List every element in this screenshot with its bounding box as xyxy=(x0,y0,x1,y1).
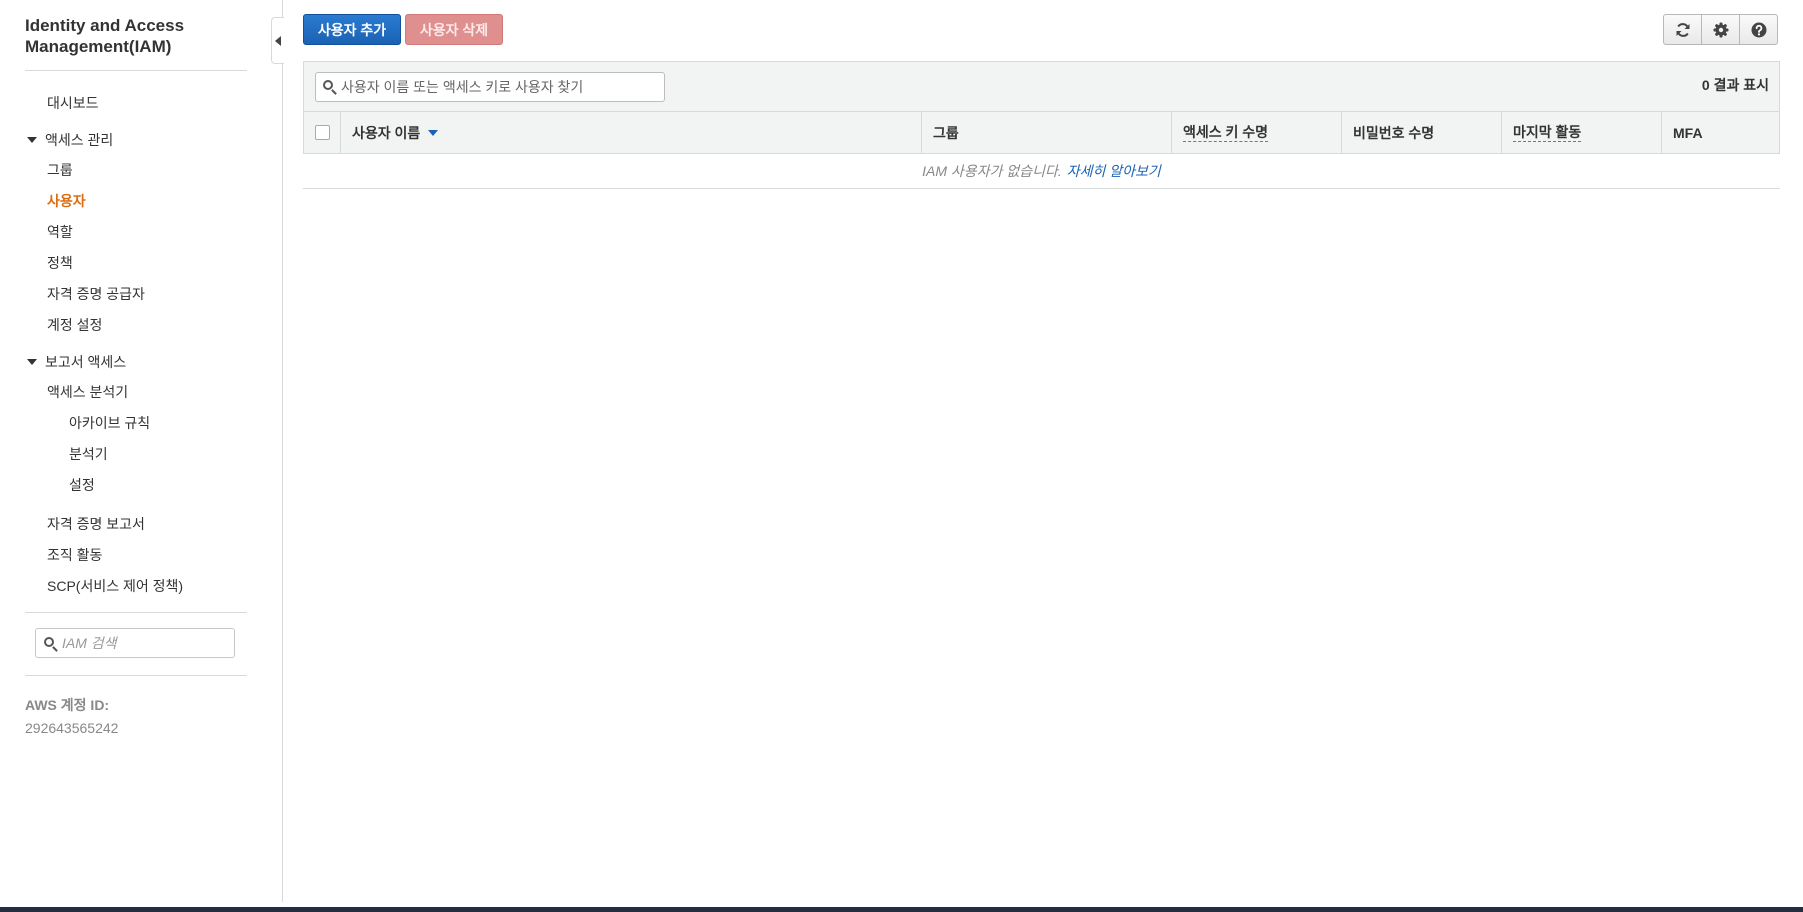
divider xyxy=(25,675,247,676)
sidebar: Identity and Access Management(IAM) 대시보드… xyxy=(0,0,283,902)
user-search-input[interactable] xyxy=(341,78,656,96)
column-header-groups[interactable]: 그룹 xyxy=(921,112,1171,153)
column-header-access-key-age[interactable]: 액세스 키 수명 xyxy=(1171,112,1341,153)
table-header: 사용자 이름 그룹 액세스 키 수명 비밀번호 수명 마지막 활동 MFA xyxy=(303,112,1780,154)
result-count: 0 결과 표시 xyxy=(1701,77,1769,93)
empty-table-message: IAM 사용자가 없습니다. 자세히 알아보기 xyxy=(303,154,1780,189)
column-header-last-activity[interactable]: 마지막 활동 xyxy=(1501,112,1661,153)
iam-search-input[interactable] xyxy=(62,633,227,653)
nav-item-analyzers[interactable]: 분석기 xyxy=(69,444,108,464)
sidebar-collapse-button[interactable] xyxy=(271,17,284,64)
refresh-button[interactable] xyxy=(1663,14,1702,45)
nav-item-organization-activity[interactable]: 조직 활동 xyxy=(47,545,102,565)
help-button[interactable] xyxy=(1739,14,1778,45)
nav-item-groups[interactable]: 그룹 xyxy=(47,160,73,180)
caret-down-icon xyxy=(27,359,37,366)
nav-item-scp[interactable]: SCP(서비스 제어 정책) xyxy=(47,576,183,596)
nav-item-roles[interactable]: 역할 xyxy=(47,222,73,242)
users-table: 0 결과 표시 사용자 이름 그룹 액세스 키 수명 비밀번호 수명 마지막 활… xyxy=(303,61,1780,189)
search-icon xyxy=(323,80,333,90)
help-icon xyxy=(1751,22,1766,37)
select-all-cell xyxy=(304,112,340,153)
footer-bar xyxy=(0,907,1803,912)
user-search-box[interactable] xyxy=(315,72,665,102)
divider xyxy=(25,70,247,71)
account-id-label: AWS 계정 ID: xyxy=(25,697,110,713)
learn-more-link[interactable]: 자세히 알아보기 xyxy=(1067,161,1161,181)
divider xyxy=(25,612,247,613)
nav-item-identity-providers[interactable]: 자격 증명 공급자 xyxy=(47,284,145,304)
delete-user-button[interactable]: 사용자 삭제 xyxy=(405,14,503,45)
chevron-left-icon xyxy=(275,36,281,46)
settings-button[interactable] xyxy=(1701,14,1740,45)
gear-icon xyxy=(1713,22,1728,37)
account-id-value: 292643565242 xyxy=(25,720,119,736)
nav-item-policies[interactable]: 정책 xyxy=(47,253,73,273)
column-header-password-age[interactable]: 비밀번호 수명 xyxy=(1341,112,1501,153)
nav-group-access-management[interactable]: 액세스 관리 xyxy=(27,130,113,150)
empty-message-text: IAM 사용자가 없습니다. xyxy=(922,163,1062,179)
nav-item-users[interactable]: 사용자 xyxy=(47,191,86,211)
sort-descending-icon xyxy=(428,129,439,136)
add-user-button[interactable]: 사용자 추가 xyxy=(303,14,401,45)
column-header-mfa[interactable]: MFA xyxy=(1661,112,1779,153)
refresh-icon xyxy=(1676,22,1689,37)
nav-dashboard[interactable]: 대시보드 xyxy=(47,93,99,113)
caret-down-icon xyxy=(27,137,37,144)
nav-group-access-reports[interactable]: 보고서 액세스 xyxy=(27,352,126,372)
table-filter-bar: 0 결과 표시 xyxy=(303,61,1780,112)
nav-item-analyzer-settings[interactable]: 설정 xyxy=(69,475,95,495)
nav-item-account-settings[interactable]: 계정 설정 xyxy=(47,315,102,335)
nav-item-access-analyzer[interactable]: 액세스 분석기 xyxy=(47,382,128,402)
nav-item-archive-rules[interactable]: 아카이브 규칙 xyxy=(69,413,150,433)
search-icon xyxy=(44,637,54,647)
select-all-checkbox[interactable] xyxy=(315,125,330,140)
iam-search-box[interactable] xyxy=(35,628,235,658)
app-title: Identity and Access Management(IAM) xyxy=(25,16,185,56)
nav-item-credential-report[interactable]: 자격 증명 보고서 xyxy=(47,514,145,534)
column-header-username[interactable]: 사용자 이름 xyxy=(340,112,921,153)
